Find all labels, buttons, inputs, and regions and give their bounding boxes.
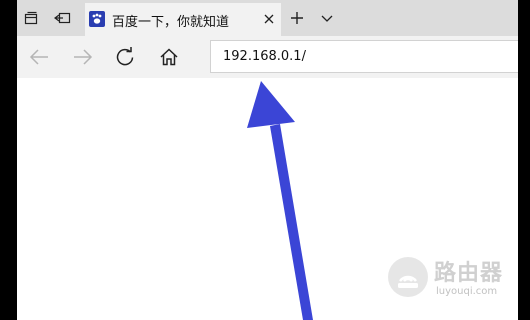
chevron-down-icon[interactable]	[317, 8, 337, 28]
watermark-subtitle: luyouqi.com	[436, 286, 498, 297]
address-url: 192.168.0.1/	[223, 49, 306, 64]
navigation-bar: 192.168.0.1/	[17, 36, 518, 78]
address-bar[interactable]: 192.168.0.1/	[210, 40, 518, 73]
set-aside-icon[interactable]	[53, 8, 73, 28]
tab-title: 百度一下，你就知道	[112, 15, 230, 30]
router-logo-icon	[388, 257, 428, 297]
plus-icon[interactable]	[287, 8, 307, 28]
tab-active[interactable]: 百度一下，你就知道	[85, 3, 281, 36]
baidu-paw-icon	[89, 11, 105, 27]
refresh-icon[interactable]	[111, 44, 139, 70]
arrow-left-icon[interactable]	[25, 44, 53, 70]
home-icon[interactable]	[155, 44, 183, 70]
watermark-title: 路由器	[434, 261, 504, 286]
tabs-icon[interactable]	[21, 8, 41, 28]
watermark: 路由器 luyouqi.com	[388, 255, 518, 305]
tab-bar: 百度一下，你就知道	[17, 0, 518, 36]
close-icon[interactable]	[261, 11, 277, 27]
arrow-right-icon[interactable]	[69, 44, 97, 70]
